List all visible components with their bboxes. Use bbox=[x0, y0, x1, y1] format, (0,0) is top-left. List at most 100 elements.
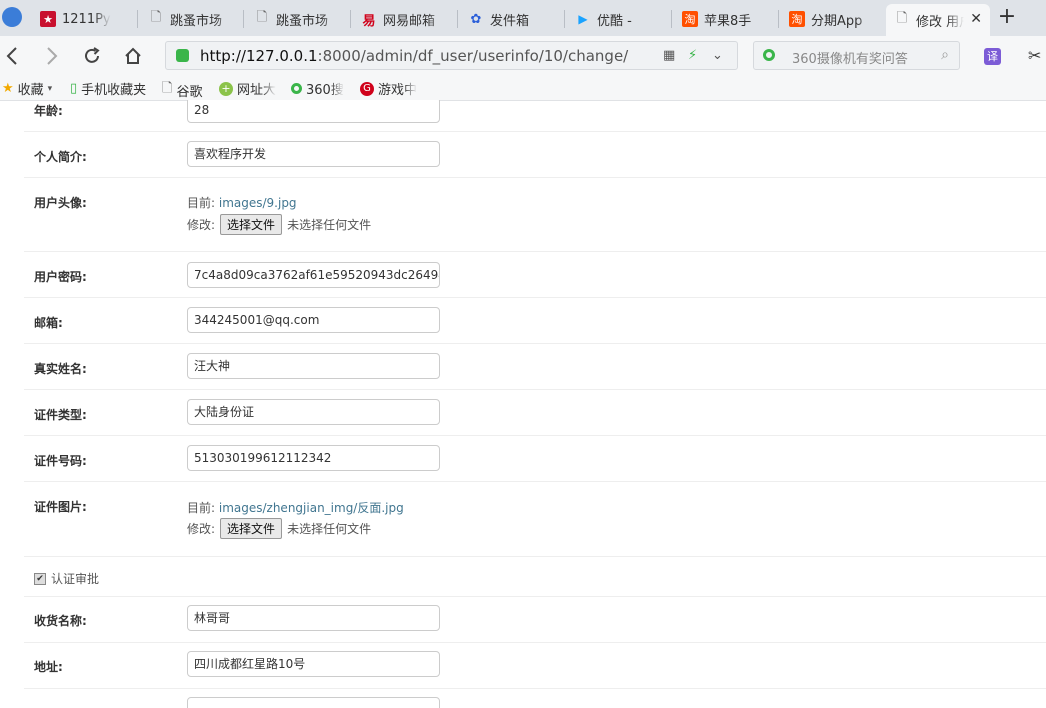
tab-strip: ★ 1211Py 🗋 跳蚤市场 🗋 跳蚤市场 易 网易邮箱 ✿ 发件箱 ▶ 优酷… bbox=[0, 0, 1046, 36]
id-image-nofile-text: 未选择任何文件 bbox=[287, 522, 372, 536]
bookmark-hao123[interactable]: + 网址大 bbox=[219, 79, 276, 98]
age-input[interactable]: 28 bbox=[187, 100, 440, 123]
tab-separator bbox=[243, 10, 244, 28]
tab-youku[interactable]: ▶ 优酷 - bbox=[567, 4, 667, 34]
url-text[interactable]: http://127.0.0.1:8000/admin/df_user/user… bbox=[200, 47, 628, 65]
receiver-label: 收货名称: bbox=[34, 614, 87, 628]
tab-market-1[interactable]: 🗋 跳蚤市场 bbox=[140, 4, 240, 34]
page-icon: 🗋 bbox=[162, 81, 173, 96]
qr-code-icon[interactable]: ▦ bbox=[663, 48, 675, 63]
admin-change-form: 年龄: 28 个人简介: 喜欢程序开发 用户头像: 目前: images/9.j… bbox=[24, 100, 1046, 708]
form-row-email: 邮箱: 344245001@qq.com bbox=[24, 297, 1046, 344]
form-row-intro: 个人简介: 喜欢程序开发 bbox=[24, 131, 1046, 178]
tab-market-2[interactable]: 🗋 跳蚤市场 bbox=[246, 4, 346, 34]
password-input[interactable]: 7c4a8d09ca3762af61e59520943dc26494f89 bbox=[187, 262, 440, 288]
bookmark-360so[interactable]: 360搜 bbox=[291, 79, 344, 98]
scissors-icon[interactable]: ✂ bbox=[1028, 46, 1041, 65]
realname-input[interactable]: 汪大神 bbox=[187, 353, 440, 379]
form-row-address: 地址: 四川成都红星路10号 bbox=[24, 642, 1046, 689]
tab-title: 发件箱 bbox=[490, 13, 530, 29]
bookmark-games[interactable]: G 游戏中 bbox=[360, 79, 417, 98]
bookmarks-bar: ★ 收藏 ▾ ▯ 手机收藏夹 🗋 谷歌 + 网址大 360搜 G 游戏中 bbox=[0, 76, 1046, 101]
bookmark-google[interactable]: 🗋 谷歌 bbox=[162, 79, 202, 101]
tab-separator bbox=[137, 10, 138, 28]
avatar-change: 修改: 选择文件 未选择任何文件 bbox=[187, 214, 371, 235]
form-row-age: 年龄: 28 bbox=[24, 100, 1046, 132]
id-number-label: 证件号码: bbox=[34, 454, 87, 468]
netease-icon: 易 bbox=[362, 13, 376, 29]
chevron-down-icon[interactable]: ⌄ bbox=[712, 48, 723, 63]
game-icon: G bbox=[360, 81, 374, 96]
id-type-input[interactable]: 大陆身份证 bbox=[187, 399, 440, 425]
tab-title: 网易邮箱 bbox=[383, 13, 436, 29]
reload-icon bbox=[85, 47, 100, 63]
tab-separator bbox=[778, 10, 779, 28]
bookmark-favorites[interactable]: ★ 收藏 ▾ bbox=[2, 79, 52, 98]
new-tab-button[interactable]: + bbox=[992, 5, 1022, 31]
plus-circle-icon: + bbox=[219, 81, 233, 96]
avatar-nofile-text: 未选择任何文件 bbox=[287, 218, 372, 232]
receiver-input[interactable]: 林哥哥 bbox=[187, 605, 440, 631]
page-icon: 🗋 bbox=[896, 11, 908, 26]
close-icon[interactable]: ✕ bbox=[970, 11, 982, 27]
password-label: 用户密码: bbox=[34, 270, 87, 284]
tab-netease-mail[interactable]: 易 网易邮箱 bbox=[353, 4, 453, 34]
email-label: 邮箱: bbox=[34, 316, 63, 330]
tab-title: 修改 用户 bbox=[916, 14, 964, 30]
form-row-id-image: 证件图片: 目前: images/zhengjian_img/反面.jpg 修改… bbox=[24, 481, 1046, 557]
id-image-current: 目前: images/zhengjian_img/反面.jpg bbox=[187, 501, 404, 515]
avatar-current: 目前: images/9.jpg bbox=[187, 196, 297, 210]
lightning-icon[interactable]: ⚡ bbox=[688, 48, 697, 63]
tab-1211py[interactable]: ★ 1211Py bbox=[32, 4, 134, 34]
search-icon[interactable]: ⌕ bbox=[941, 47, 949, 63]
id-number-input[interactable]: 513030199612112342 bbox=[187, 445, 440, 471]
forward-button[interactable] bbox=[40, 44, 64, 68]
so360-icon bbox=[763, 49, 775, 61]
avatar-label: 用户头像: bbox=[34, 196, 87, 210]
tab-outbox[interactable]: ✿ 发件箱 bbox=[460, 4, 560, 34]
id-type-label: 证件类型: bbox=[34, 408, 87, 422]
tab-title: 分期App bbox=[811, 13, 863, 29]
baidu-paw-icon: ✿ bbox=[470, 11, 482, 27]
address-bar[interactable]: http://127.0.0.1:8000/admin/df_user/user… bbox=[165, 41, 738, 70]
intro-label: 个人简介: bbox=[34, 150, 87, 164]
back-arrow-icon bbox=[6, 47, 17, 65]
star-icon: ★ bbox=[2, 81, 14, 96]
verified-checkbox[interactable]: ✔ bbox=[34, 572, 46, 585]
navigator-icon[interactable] bbox=[2, 7, 22, 27]
id-image-current-link[interactable]: images/zhengjian_img/反面.jpg bbox=[219, 501, 404, 515]
tab-separator bbox=[671, 10, 672, 28]
tab-title: 跳蚤市场 bbox=[170, 13, 223, 29]
intro-input[interactable]: 喜欢程序开发 bbox=[187, 141, 440, 167]
tab-title: 跳蚤市场 bbox=[276, 13, 329, 29]
back-button[interactable] bbox=[0, 44, 24, 68]
form-row-id-number: 证件号码: 513030199612112342 bbox=[24, 435, 1046, 482]
navigation-bar: http://127.0.0.1:8000/admin/df_user/user… bbox=[0, 36, 1046, 76]
next-field-input[interactable] bbox=[187, 697, 440, 708]
avatar-current-link[interactable]: images/9.jpg bbox=[219, 196, 297, 210]
translate-icon[interactable]: 译 bbox=[984, 48, 1001, 65]
bookmark-mobile[interactable]: ▯ 手机收藏夹 bbox=[70, 79, 146, 98]
avatar-choose-file-button[interactable]: 选择文件 bbox=[220, 214, 283, 235]
tab-title: 优酷 - bbox=[597, 13, 632, 29]
reload-button[interactable] bbox=[80, 44, 104, 68]
tab-edit-user[interactable]: 🗋 修改 用户 ✕ bbox=[886, 4, 990, 36]
id-image-choose-file-button[interactable]: 选择文件 bbox=[220, 518, 283, 539]
page-icon: 🗋 bbox=[150, 10, 162, 25]
form-row-realname: 真实姓名: 汪大神 bbox=[24, 343, 1046, 390]
form-row-next bbox=[24, 688, 1046, 708]
address-input[interactable]: 四川成都红星路10号 bbox=[187, 651, 440, 677]
id-image-change: 修改: 选择文件 未选择任何文件 bbox=[187, 518, 371, 539]
form-row-avatar: 用户头像: 目前: images/9.jpg 修改: 选择文件 未选择任何文件 bbox=[24, 177, 1046, 252]
tab-installment-app[interactable]: 淘 分期App bbox=[781, 4, 881, 34]
email-input[interactable]: 344245001@qq.com bbox=[187, 307, 440, 333]
tab-iphone8[interactable]: 淘 苹果8手 bbox=[674, 4, 774, 34]
home-button[interactable] bbox=[121, 44, 145, 68]
verified-label: 认证审批 bbox=[51, 572, 100, 586]
dropdown-icon: ▾ bbox=[47, 83, 53, 94]
id-image-label: 证件图片: bbox=[34, 500, 87, 514]
flag-icon: ★ bbox=[40, 11, 56, 27]
forward-arrow-icon bbox=[47, 47, 58, 65]
search-box[interactable]: 360摄像机有奖问答 ⌕ bbox=[753, 41, 960, 70]
page-icon: 🗋 bbox=[256, 10, 268, 25]
